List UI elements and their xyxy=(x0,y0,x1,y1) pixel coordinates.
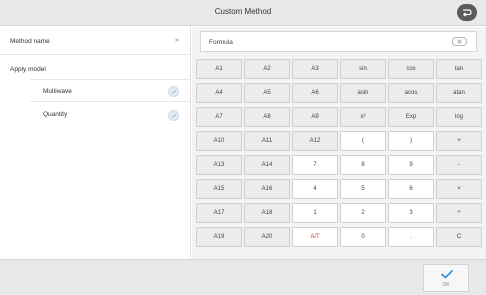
divider xyxy=(30,101,190,102)
formula-panel: Formula A1 A2 A3 sin cos tan A4 A5 A6 asin acos ata… xyxy=(192,27,486,259)
key-4[interactable]: 4 xyxy=(292,179,338,199)
key-[interactable]: + xyxy=(436,131,482,151)
key-exp[interactable]: Exp xyxy=(388,107,434,127)
key-a11[interactable]: A11 xyxy=(244,131,290,151)
key-acos[interactable]: acos xyxy=(388,83,434,103)
title-bar: Custom Method xyxy=(0,0,486,26)
key-a5[interactable]: A5 xyxy=(244,83,290,103)
key-a17[interactable]: A17 xyxy=(196,203,242,223)
key-a9[interactable]: A9 xyxy=(292,107,338,127)
key-at[interactable]: A/T xyxy=(292,227,338,247)
back-button[interactable] xyxy=(457,4,477,21)
key-x[interactable]: x² xyxy=(340,107,386,127)
page-title: Custom Method xyxy=(214,7,272,16)
key-2[interactable]: 2 xyxy=(340,203,386,223)
chevron-right-icon[interactable]: » xyxy=(175,37,179,44)
footer-bar: OK xyxy=(0,259,486,295)
key-7[interactable]: 7 xyxy=(292,155,338,175)
key-a18[interactable]: A18 xyxy=(244,203,290,223)
settings-panel: Method name » Apply model Multiwave Quan… xyxy=(0,27,191,259)
key-cos[interactable]: cos xyxy=(388,59,434,79)
key-[interactable]: × xyxy=(436,179,482,199)
key-asin[interactable]: asin xyxy=(340,83,386,103)
option-quantity[interactable]: Quantity xyxy=(43,111,67,118)
key-a15[interactable]: A15 xyxy=(196,179,242,199)
key-a4[interactable]: A4 xyxy=(196,83,242,103)
checkmark-icon xyxy=(440,269,454,279)
key-9[interactable]: 9 xyxy=(388,155,434,175)
key-a13[interactable]: A13 xyxy=(196,155,242,175)
key-a6[interactable]: A6 xyxy=(292,83,338,103)
key-a12[interactable]: A12 xyxy=(292,131,338,151)
key-a16[interactable]: A16 xyxy=(244,179,290,199)
key-tan[interactable]: tan xyxy=(436,59,482,79)
ok-label: OK xyxy=(442,282,450,288)
ok-button[interactable]: OK xyxy=(423,264,469,292)
key-8[interactable]: 8 xyxy=(340,155,386,175)
clear-icon[interactable] xyxy=(452,37,467,46)
option-multiwave[interactable]: Multiwave xyxy=(43,88,72,95)
radio-check-icon[interactable] xyxy=(168,110,179,121)
back-return-icon xyxy=(462,8,472,17)
key-sin[interactable]: sin xyxy=(340,59,386,79)
key-0[interactable]: 0 xyxy=(340,227,386,247)
key-a10[interactable]: A10 xyxy=(196,131,242,151)
key-a8[interactable]: A8 xyxy=(244,107,290,127)
method-name-label[interactable]: Method name xyxy=(10,38,50,45)
key-a14[interactable]: A14 xyxy=(244,155,290,175)
key-[interactable]: ) xyxy=(388,131,434,151)
key-[interactable]: - xyxy=(436,155,482,175)
formula-input[interactable]: Formula xyxy=(200,31,477,52)
key-a1[interactable]: A1 xyxy=(196,59,242,79)
key-[interactable]: ( xyxy=(340,131,386,151)
key-atan[interactable]: atan xyxy=(436,83,482,103)
key-1[interactable]: 1 xyxy=(292,203,338,223)
key-log[interactable]: log xyxy=(436,107,482,127)
key-c[interactable]: C xyxy=(436,227,482,247)
key-a2[interactable]: A2 xyxy=(244,59,290,79)
key-[interactable]: . xyxy=(388,227,434,247)
key-5[interactable]: 5 xyxy=(340,179,386,199)
key-a19[interactable]: A19 xyxy=(196,227,242,247)
divider xyxy=(30,79,190,80)
apply-model-label: Apply model xyxy=(10,66,46,73)
formula-label: Formula xyxy=(209,39,233,46)
key-a20[interactable]: A20 xyxy=(244,227,290,247)
divider xyxy=(0,54,190,55)
keypad: A1 A2 A3 sin cos tan A4 A5 A6 asin acos atan A7 A8 A9 x… xyxy=(196,59,483,255)
key-3[interactable]: 3 xyxy=(388,203,434,223)
key-a7[interactable]: A7 xyxy=(196,107,242,127)
key-[interactable]: ÷ xyxy=(436,203,482,223)
key-a3[interactable]: A3 xyxy=(292,59,338,79)
radio-check-icon[interactable] xyxy=(168,86,179,97)
key-6[interactable]: 6 xyxy=(388,179,434,199)
